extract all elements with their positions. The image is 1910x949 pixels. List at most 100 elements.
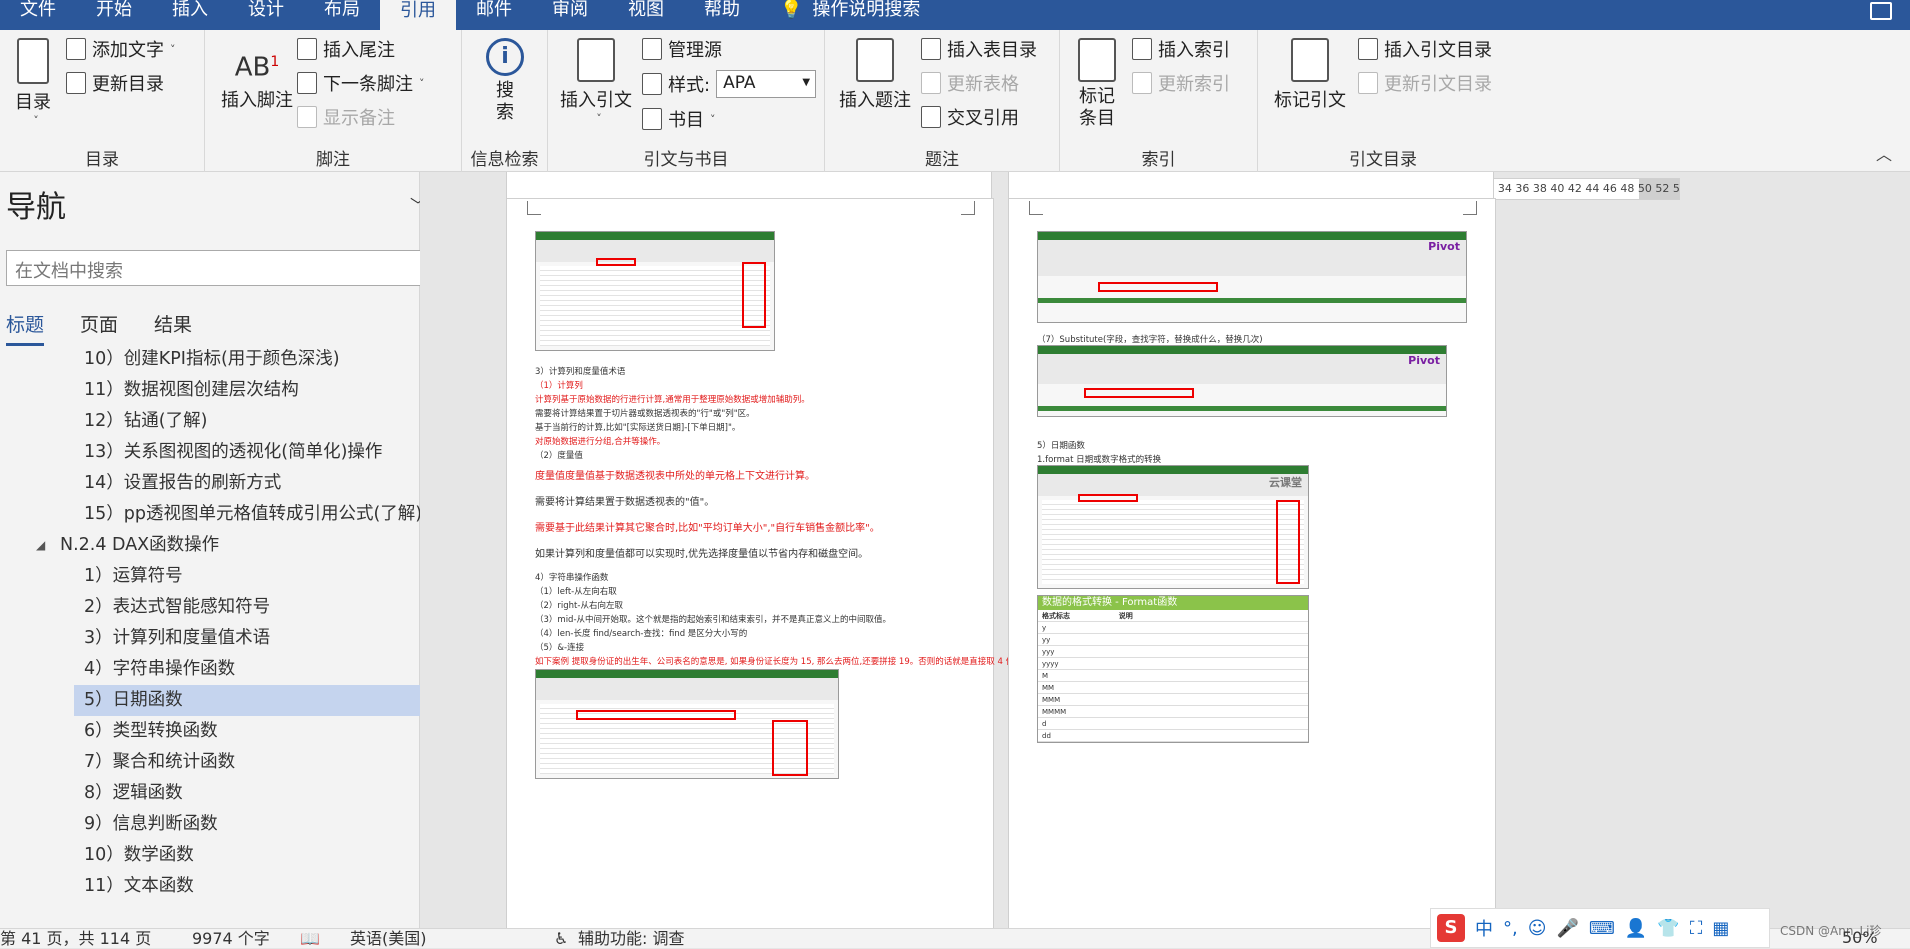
nav-heading-item[interactable]: 15）pp透视图单元格值转成引用公式(了解) — [0, 499, 480, 530]
footnote-icon-sup: 1 — [270, 54, 280, 70]
doc-line: 基于当前行的计算,比如"[实际送货日期]-[下单日期]"。 — [535, 423, 741, 433]
ime-mode[interactable]: 中 — [1475, 915, 1493, 941]
collapse-ribbon-icon[interactable]: ︿ — [1876, 141, 1892, 165]
tell-me-search[interactable]: 💡 操作说明搜索 — [760, 0, 940, 22]
tab-help[interactable]: 帮助 — [684, 0, 760, 22]
group-toa: 标记引文 插入引文目录 更新引文目录 引文目录 — [1258, 30, 1508, 172]
word-count[interactable]: 9974 个字 — [192, 929, 270, 949]
style-dropdown[interactable]: APA ▼ — [716, 70, 817, 98]
skin-icon[interactable]: 👕 — [1657, 918, 1679, 939]
update-index-button[interactable]: 更新索引 — [1132, 70, 1230, 96]
doc-line: （3）mid-从中间开始取。这个就是指的起始索引和结束索引，并不是真正意义上的中… — [535, 615, 892, 625]
style-label: 样式: — [668, 75, 711, 96]
insert-endnote-button[interactable]: 插入尾注 — [297, 36, 395, 62]
nav-heading-item[interactable]: 7）聚合和统计函数 — [0, 747, 480, 778]
emoji-icon[interactable]: ☺ — [1528, 918, 1547, 939]
nav-tab-pages[interactable]: 页面 — [80, 310, 118, 346]
nav-heading-item[interactable]: 13）关系图视图的透视化(简单化)操作 — [0, 437, 480, 468]
proofing-icon[interactable]: 📖 — [300, 929, 320, 949]
zoom-level[interactable]: 50% — [1842, 928, 1878, 947]
nav-search-input[interactable]: 在文档中搜索 ▼ — [6, 250, 490, 286]
nav-heading-item[interactable]: 10）数学函数 — [0, 840, 480, 871]
next-footnote-button[interactable]: 下一条脚注 ˅ — [297, 70, 425, 96]
screenshot-title-band — [536, 232, 774, 240]
nav-heading-item[interactable]: 4）字符串操作函数 — [0, 654, 480, 685]
nav-heading-section-label: N.2.4 DAX函数操作 — [60, 535, 220, 555]
nav-heading-item-selected[interactable]: 5）日期函数 — [74, 685, 460, 716]
nav-heading-item[interactable]: 14）设置报告的刷新方式 — [0, 468, 480, 499]
insert-index-label: 插入索引 — [1158, 40, 1230, 61]
insert-tof-button[interactable]: 插入表目录 — [921, 36, 1037, 62]
tab-review[interactable]: 审阅 — [532, 0, 608, 22]
nav-heading-item[interactable]: 11）文本函数 — [0, 871, 480, 902]
comments-icon[interactable] — [1870, 2, 1892, 20]
group-label-research: 信息检索 — [470, 150, 539, 170]
user-icon[interactable]: 👤 — [1625, 918, 1647, 939]
search-button[interactable]: i 搜索 — [482, 38, 528, 124]
nav-heading-item[interactable]: 11）数据视图创建层次结构 — [0, 375, 480, 406]
tab-mailings[interactable]: 邮件 — [456, 0, 532, 22]
doc-line: （1）left-从左向右取 — [535, 587, 617, 597]
accessibility-icon[interactable]: ♿ — [554, 929, 568, 949]
cross-reference-button[interactable]: 交叉引用 — [921, 104, 1019, 130]
mark-citation-button[interactable]: 标记引文 — [1270, 38, 1350, 112]
tools-icon[interactable]: ⛶ — [1690, 918, 1703, 939]
nav-heading-item[interactable]: 8）逻辑函数 — [0, 778, 480, 809]
style-selector[interactable]: 样式: APA ▼ — [642, 70, 817, 98]
insert-footnote-button[interactable]: AB1 插入脚注 — [219, 38, 295, 112]
table-row: dd — [1038, 730, 1308, 742]
nav-heading-item[interactable]: 1）运算符号 — [0, 561, 480, 592]
tab-layout[interactable]: 布局 — [304, 0, 380, 22]
document-area[interactable]: 4 2 2 4 6 8 10 12 14 16 18 20 22 24 26 2… — [420, 172, 1910, 928]
insert-toa-button[interactable]: 插入引文目录 — [1358, 36, 1492, 62]
document-page-left[interactable]: 3）计算列和度量值术语 （1）计算列 计算列基于原始数据的行进行计算,通常用于整… — [506, 198, 1023, 928]
highlight-box — [1276, 500, 1300, 584]
tab-file[interactable]: 文件 — [0, 0, 76, 22]
tab-view[interactable]: 视图 — [608, 0, 684, 22]
insert-index-button[interactable]: 插入索引 — [1132, 36, 1230, 62]
screenshot-rows — [540, 266, 770, 346]
accessibility-status[interactable]: 辅助功能: 调查 — [578, 929, 684, 949]
doc-line: 5）日期函数 — [1037, 441, 1085, 451]
bibliography-button[interactable]: 书目 ˅ — [642, 106, 716, 132]
nav-heading-item[interactable]: 6）类型转换函数 — [0, 716, 480, 747]
style-value: APA — [723, 73, 756, 93]
ime-toolbar[interactable]: S 中 °, ☺ 🎤 ⌨ 👤 👕 ⛶ ▦ — [1430, 908, 1770, 948]
tab-insert[interactable]: 插入 — [152, 0, 228, 22]
tab-design[interactable]: 设计 — [228, 0, 304, 22]
grid-icon[interactable]: ▦ — [1712, 918, 1729, 939]
toc-button[interactable]: 目录 ˅ — [10, 38, 56, 127]
keyboard-icon[interactable]: ⌨ — [1589, 918, 1615, 939]
page-count[interactable]: 第 41 页，共 114 页 — [0, 929, 151, 949]
language[interactable]: 英语(美国) — [350, 929, 427, 949]
add-text-button[interactable]: 添加文字 ˅ — [66, 36, 176, 62]
nav-heading-item[interactable]: 10）创建KPI指标(用于颜色深浅) — [0, 344, 480, 375]
mark-entry-icon — [1078, 38, 1116, 82]
nav-tab-results[interactable]: 结果 — [154, 310, 192, 346]
update-table-button[interactable]: 更新表格 — [921, 70, 1019, 96]
doc-line: （2）right-从右向左取 — [535, 601, 623, 611]
nav-tab-headings[interactable]: 标题 — [6, 310, 45, 346]
document-page-right[interactable]: Pivot （7）Substitute(字段，查找字符，替换成什么，替换几次) … — [1008, 198, 1496, 928]
doc-line: 计算列基于原始数据的行进行计算,通常用于整理原始数据或增加辅助列。 — [535, 395, 810, 405]
mark-entry-button[interactable]: 标记条目 — [1074, 38, 1120, 130]
nav-heading-item[interactable]: 12）钻通(了解) — [0, 406, 480, 437]
tab-home[interactable]: 开始 — [76, 0, 152, 22]
update-toc-button[interactable]: 更新目录 — [66, 70, 164, 96]
show-notes-button[interactable]: 显示备注 — [297, 104, 395, 130]
nav-heading-item[interactable]: 3）计算列和度量值术语 — [0, 623, 480, 654]
screenshot-header-row — [1038, 298, 1466, 303]
update-toa-button[interactable]: 更新引文目录 — [1358, 70, 1492, 96]
punctuation-icon[interactable]: °, — [1503, 918, 1518, 939]
group-label-citations: 引文与书目 — [643, 150, 729, 170]
collapse-triangle-icon[interactable]: ◢ — [36, 530, 45, 561]
insert-citation-button[interactable]: 插入引文 ˅ — [558, 38, 634, 125]
embedded-screenshot — [535, 231, 775, 351]
tab-references[interactable]: 引用 — [380, 0, 456, 30]
insert-caption-button[interactable]: 插入题注 — [837, 38, 913, 112]
nav-heading-item[interactable]: 2）表达式智能感知符号 — [0, 592, 480, 623]
microphone-icon[interactable]: 🎤 — [1557, 918, 1579, 939]
nav-heading-item[interactable]: 9）信息判断函数 — [0, 809, 480, 840]
manage-sources-button[interactable]: 管理源 — [642, 36, 722, 62]
nav-heading-section[interactable]: ◢ N.2.4 DAX函数操作 — [0, 530, 480, 561]
